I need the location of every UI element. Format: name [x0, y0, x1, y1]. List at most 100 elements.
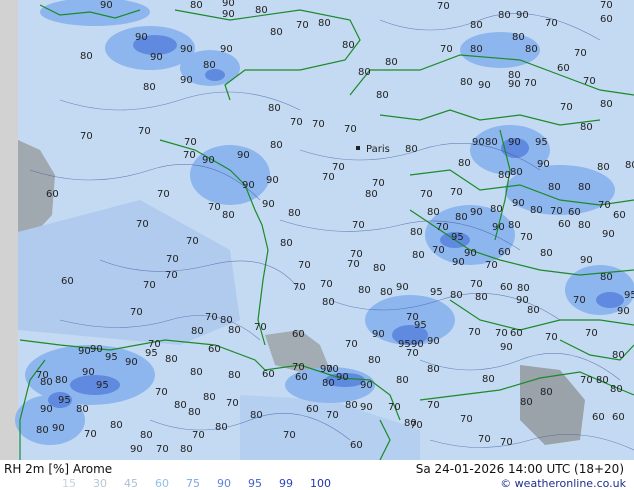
rh-value-label: 80 — [427, 207, 440, 218]
rh-value-label: 80 — [55, 375, 68, 386]
rh-value-label: 80 — [470, 44, 483, 55]
rh-value-label: 70 — [460, 414, 473, 425]
rh-value-label: 60 — [208, 344, 221, 355]
rh-value-label: 90 — [427, 336, 440, 347]
rh-value-label: 80 — [510, 167, 523, 178]
rh-value-label: 80 — [270, 140, 283, 151]
rh-value-label: 80 — [458, 158, 471, 169]
legend-value: 30 — [93, 477, 107, 490]
rh-value-label: 60 — [500, 282, 513, 293]
rh-value-label: 80 — [80, 51, 93, 62]
rh-value-label: 60 — [612, 412, 625, 423]
rh-value-label: 70 — [580, 375, 593, 386]
rh-value-label: 80 — [358, 285, 371, 296]
legend-value: 60 — [155, 477, 169, 490]
rh-value-label: 80 — [288, 208, 301, 219]
rh-value-label: 90 — [516, 10, 529, 21]
rh-value-label: 60 — [613, 210, 626, 221]
legend-value: 90 — [217, 477, 231, 490]
rh-value-label: 90 — [508, 79, 521, 90]
rh-value-label: 90 — [372, 329, 385, 340]
rh-value-label: 80 — [270, 27, 283, 38]
rh-value-label: 95 — [96, 380, 109, 391]
rh-value-label: 90 — [220, 44, 233, 55]
rh-value-label: 70 — [420, 189, 433, 200]
rh-value-label: 80 — [40, 377, 53, 388]
rh-value-label: 80 — [530, 205, 543, 216]
credit-text: © weatheronline.co.uk — [500, 477, 626, 490]
rh-value-label: 60 — [61, 276, 74, 287]
rh-value-label: 70 — [347, 259, 360, 270]
rh-value-label: 70 — [322, 172, 335, 183]
rh-value-label: 80 — [191, 326, 204, 337]
rh-value-label: 60 — [306, 404, 319, 415]
rh-value-label: 70 — [296, 20, 309, 31]
credit-link[interactable]: © weatheronline.co.uk — [500, 477, 626, 490]
rh-value-label: 90 — [202, 155, 215, 166]
rh-value-label: 90 — [500, 342, 513, 353]
rh-value-label: 80 — [485, 137, 498, 148]
legend-value: 15 — [62, 477, 76, 490]
rh-value-label: 80 — [373, 263, 386, 274]
rh-value-label: 80 — [612, 350, 625, 361]
rh-value-label: 95 — [414, 320, 427, 331]
rh-value-label: 70 — [186, 236, 199, 247]
weather-map: 90 80 90 90 80 70 80 80 90 90 90 80 90 80 90 80 80 80 80 80… — [0, 0, 634, 460]
rh-value-label: 80 — [342, 40, 355, 51]
rh-value-label: 80 — [600, 99, 613, 110]
rh-value-label: 70 — [545, 332, 558, 343]
rh-value-label: 90 — [90, 344, 103, 355]
rh-value-label: 70 — [410, 420, 423, 431]
rh-value-label: 80 — [255, 5, 268, 16]
rh-value-label: 70 — [80, 131, 93, 142]
rh-value-label: 90 — [266, 175, 279, 186]
legend-value: 99 — [279, 477, 293, 490]
rh-value-label: 70 — [352, 220, 365, 231]
rh-value-label: 70 — [345, 339, 358, 350]
rh-value-label: 80 — [368, 355, 381, 366]
rh-value-label: 80 — [450, 290, 463, 301]
rh-value-label: 90 — [237, 150, 250, 161]
rh-value-label: 80 — [376, 90, 389, 101]
rh-value-label: 70 — [290, 117, 303, 128]
rh-value-label: 90 — [242, 180, 255, 191]
rh-value-label: 80 — [322, 297, 335, 308]
city-label-paris: Paris — [366, 144, 390, 155]
rh-value-label: 70 — [432, 245, 445, 256]
rh-value-label: 80 — [322, 378, 335, 389]
rh-value-label: 90 — [40, 404, 53, 415]
rh-value-label: 60 — [262, 369, 275, 380]
rh-value-label: 70 — [450, 187, 463, 198]
rh-value-label: 90 — [452, 257, 465, 268]
rh-value-label: 80 — [358, 67, 371, 78]
rh-value-label: 80 — [228, 325, 241, 336]
rh-value-label: 70 — [500, 437, 513, 448]
rh-value-label: 70 — [254, 322, 267, 333]
rh-value-label: 70 — [427, 400, 440, 411]
rh-value-label: 90 — [508, 137, 521, 148]
rh-value-label: 70 — [372, 178, 385, 189]
rh-value-label: 70 — [166, 254, 179, 265]
rh-value-label: 70 — [84, 429, 97, 440]
rh-value-label: 90 — [580, 255, 593, 266]
rh-value-label: 90 — [360, 402, 373, 413]
rh-value-label: 70 — [283, 430, 296, 441]
rh-value-label: 70 — [320, 279, 333, 290]
rh-value-label: 80 — [165, 354, 178, 365]
rh-value-label: 80 — [140, 430, 153, 441]
rh-value-label: 90 — [470, 207, 483, 218]
rh-value-label: 90 — [150, 52, 163, 63]
rh-value-label: 90 — [100, 0, 113, 11]
rh-value-label: 60 — [498, 247, 511, 258]
rh-value-label: 80 — [318, 18, 331, 29]
rh-value-label: 90 — [222, 9, 235, 20]
rh-value-label: 70 — [293, 282, 306, 293]
rh-value-label: 80 — [385, 57, 398, 68]
rh-value-label: 80 — [455, 212, 468, 223]
rh-value-label: 95 — [430, 287, 443, 298]
rh-value-label: 90 — [135, 32, 148, 43]
rh-value-label: 70 — [184, 137, 197, 148]
rh-value-label: 90 — [262, 199, 275, 210]
rh-value-label: 80 — [345, 400, 358, 411]
rh-value-label: 70 — [156, 444, 169, 455]
